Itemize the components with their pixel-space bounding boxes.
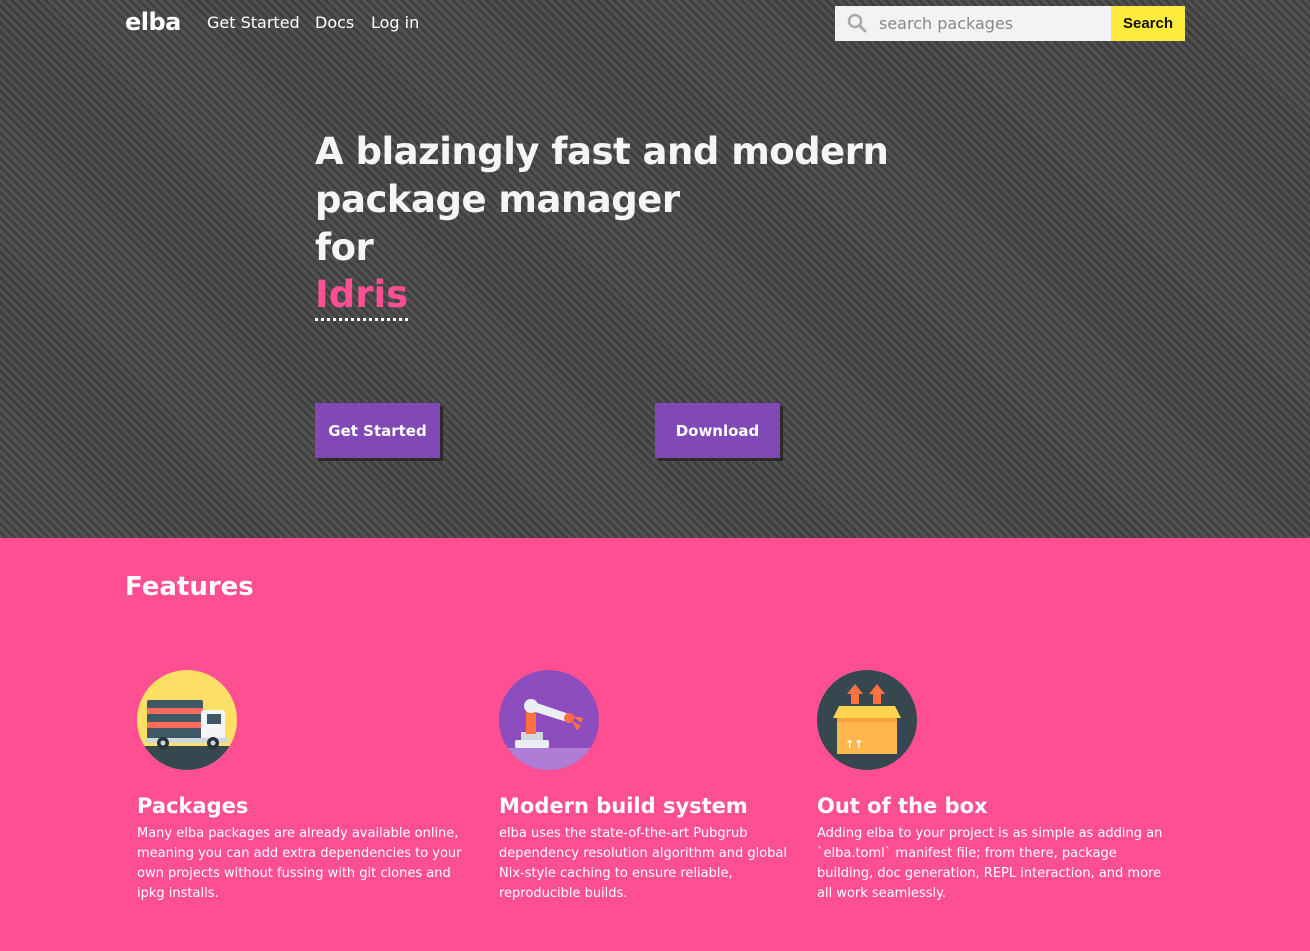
hero-title-line: package manager xyxy=(315,178,680,221)
hero-section: elba Get Started Docs Log in Search A bl… xyxy=(0,0,1310,538)
nav-link-get-started[interactable]: Get Started xyxy=(207,13,300,32)
site-logo[interactable]: elba xyxy=(125,8,181,36)
feature-title: Packages xyxy=(137,794,249,818)
feature-build-system: Modern build system elba uses the state-… xyxy=(499,670,799,904)
feature-description: elba uses the state-of-the-art Pubgrub d… xyxy=(499,826,787,901)
feature-description: Many elba packages are already available… xyxy=(137,826,462,901)
feature-packages: Packages Many elba packages are already … xyxy=(137,670,477,904)
hero-language-word: Idris xyxy=(315,272,409,321)
feature-description: Adding elba to your project is as simple… xyxy=(817,826,1163,901)
hero-title-line: for xyxy=(315,226,374,269)
delivery-truck-icon xyxy=(137,670,237,770)
feature-title: Out of the box xyxy=(817,794,988,818)
nav-link-log-in[interactable]: Log in xyxy=(371,13,419,32)
feature-title: Modern build system xyxy=(499,794,748,818)
search-icon xyxy=(847,13,867,33)
robotic-arm-icon xyxy=(499,670,599,770)
features-section: Features Packages Many elba packages are… xyxy=(0,538,1310,951)
package-box-icon: ↑↑ xyxy=(817,670,917,770)
svg-text:↑↑: ↑↑ xyxy=(845,738,863,751)
search-button[interactable]: Search xyxy=(1111,6,1185,41)
features-heading: Features xyxy=(125,572,254,602)
feature-out-of-the-box: ↑↑ Out of the box Adding elba to your pr… xyxy=(817,670,1177,904)
search-box xyxy=(835,6,1111,41)
nav-link-docs[interactable]: Docs xyxy=(315,13,354,32)
search-input[interactable] xyxy=(879,6,1104,41)
hero-title-line: A blazingly fast and modern xyxy=(315,130,889,173)
download-button[interactable]: Download xyxy=(655,403,780,458)
get-started-button[interactable]: Get Started xyxy=(315,403,440,458)
hero-title: A blazingly fast and modern package mana… xyxy=(315,128,935,272)
